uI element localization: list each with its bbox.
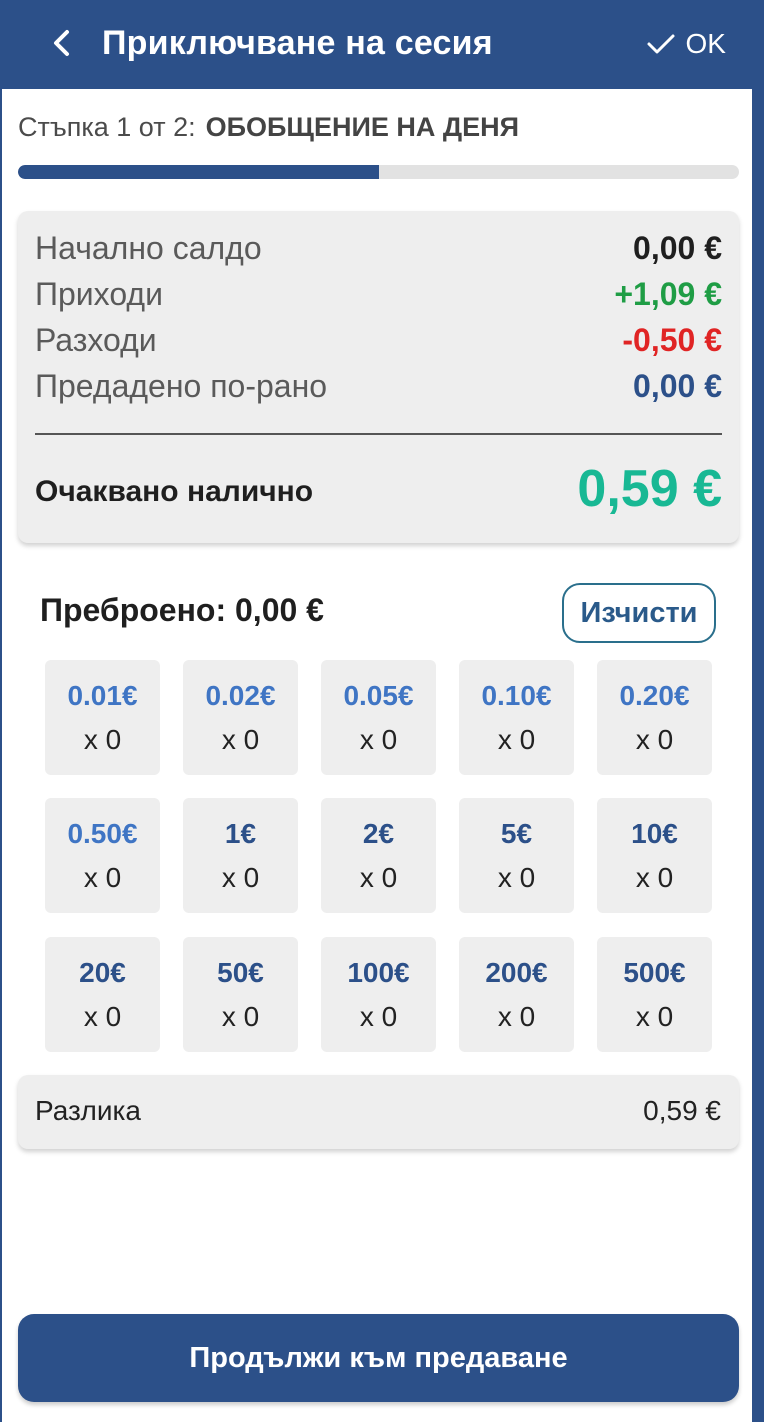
summary-row-label: Приходи [35,275,163,312]
difference-label: Разлика [35,1095,141,1126]
clear-button[interactable]: Изчисти [562,583,716,643]
summary-row-value: 0,00 € [633,367,722,404]
denomination-quantity: x 0 [359,1001,398,1032]
denomination-value: 0.50€ [67,818,138,849]
denomination-quantity: x 0 [635,862,674,893]
difference-card: Разлика 0,59 € [18,1075,739,1149]
expected-cash-label: Очаквано налично [35,475,314,508]
chevron-left-icon [54,30,69,56]
denomination-value: 0.20€ [619,680,690,711]
denomination-quantity: x 0 [359,724,398,755]
summary-row-value: -0,50 € [622,321,722,358]
counted-total: Преброено: 0,00 € [40,592,324,628]
denomination-value: 50€ [217,957,264,988]
progress-bar [18,165,739,179]
summary-row-label: Разходи [35,321,157,358]
denomination-quantity: x 0 [497,862,536,893]
ok-button[interactable]: OK [646,24,726,64]
denomination-value: 10€ [631,818,678,849]
top-app-bar: Приключване на сесия OK [0,0,764,89]
summary-row: Разходи -0,50 € [35,320,722,360]
summary-row: Приходи +1,09 € [35,274,722,314]
step-name: ОБОБЩЕНИЕ НА ДЕНЯ [205,112,520,142]
denomination-tile[interactable]: 20€ x 0 [45,937,160,1052]
summary-card: Предадено по-рано 0,00 € Разходи -0,50 € При… [18,211,739,543]
summary-row: Начално салдо 0,00 € [35,228,722,268]
summary-row-label: Предадено по-рано [35,367,328,404]
frame-edge-left [0,89,2,1422]
continue-to-handover-button[interactable]: Продължи към предаване [18,1314,739,1402]
denomination-quantity: x 0 [221,862,260,893]
summary-divider [35,433,722,435]
denomination-value: 5€ [500,818,533,849]
denomination-tile[interactable]: 5€ x 0 [459,798,574,913]
frame-edge-right [752,89,764,1422]
denomination-tile[interactable]: 100€ x 0 [321,937,436,1052]
expected-cash-value: 0,59 € [577,460,722,518]
back-button[interactable] [40,22,82,64]
denomination-tile[interactable]: 0.05€ x 0 [321,660,436,775]
denomination-tile[interactable]: 0.50€ x 0 [45,798,160,913]
denomination-tile[interactable]: 200€ x 0 [459,937,574,1052]
check-icon [647,34,675,54]
denomination-value: 0.02€ [205,680,276,711]
denomination-value: 0.05€ [343,680,414,711]
denomination-quantity: x 0 [635,1001,674,1032]
denomination-quantity: x 0 [221,1001,260,1032]
summary-row-label: Начално салдо [35,229,262,266]
denomination-value: 2€ [362,818,395,849]
denomination-tile[interactable]: 0.10€ x 0 [459,660,574,775]
denomination-tile[interactable]: 2€ x 0 [321,798,436,913]
step-prefix: Стъпка 1 от 2: [18,112,196,142]
denomination-value: 0.10€ [481,680,552,711]
ok-label: OK [685,28,726,59]
denomination-tile[interactable]: 0.02€ x 0 [183,660,298,775]
denomination-quantity: x 0 [83,724,122,755]
denomination-value: 100€ [347,957,410,988]
summary-row-value: 0,00 € [633,229,722,266]
denomination-value: 20€ [79,957,126,988]
page-title: Приключване на сесия [102,24,493,62]
denomination-tile[interactable]: 10€ x 0 [597,798,712,913]
denomination-value: 1€ [224,818,257,849]
denomination-tile[interactable]: 0.20€ x 0 [597,660,712,775]
summary-row-value: +1,09 € [614,275,722,312]
denomination-quantity: x 0 [359,862,398,893]
denomination-tile[interactable]: 0.01€ x 0 [45,660,160,775]
progress-fill [18,165,379,179]
difference-value: 0,59 € [643,1095,721,1126]
denomination-tile[interactable]: 500€ x 0 [597,937,712,1052]
denomination-value: 500€ [623,957,686,988]
denomination-tile[interactable]: 50€ x 0 [183,937,298,1052]
denomination-quantity: x 0 [83,1001,122,1032]
step-indicator: Стъпка 1 от 2: ОБОБЩЕНИЕ НА ДЕНЯ [18,112,519,143]
denomination-quantity: x 0 [497,724,536,755]
denomination-quantity: x 0 [221,724,260,755]
denomination-quantity: x 0 [497,1001,536,1032]
denomination-quantity: x 0 [83,862,122,893]
denomination-value: 0.01€ [67,680,138,711]
denomination-tile[interactable]: 1€ x 0 [183,798,298,913]
denomination-value: 200€ [485,957,548,988]
denomination-quantity: x 0 [635,724,674,755]
summary-row: Предадено по-рано 0,00 € [35,366,722,406]
